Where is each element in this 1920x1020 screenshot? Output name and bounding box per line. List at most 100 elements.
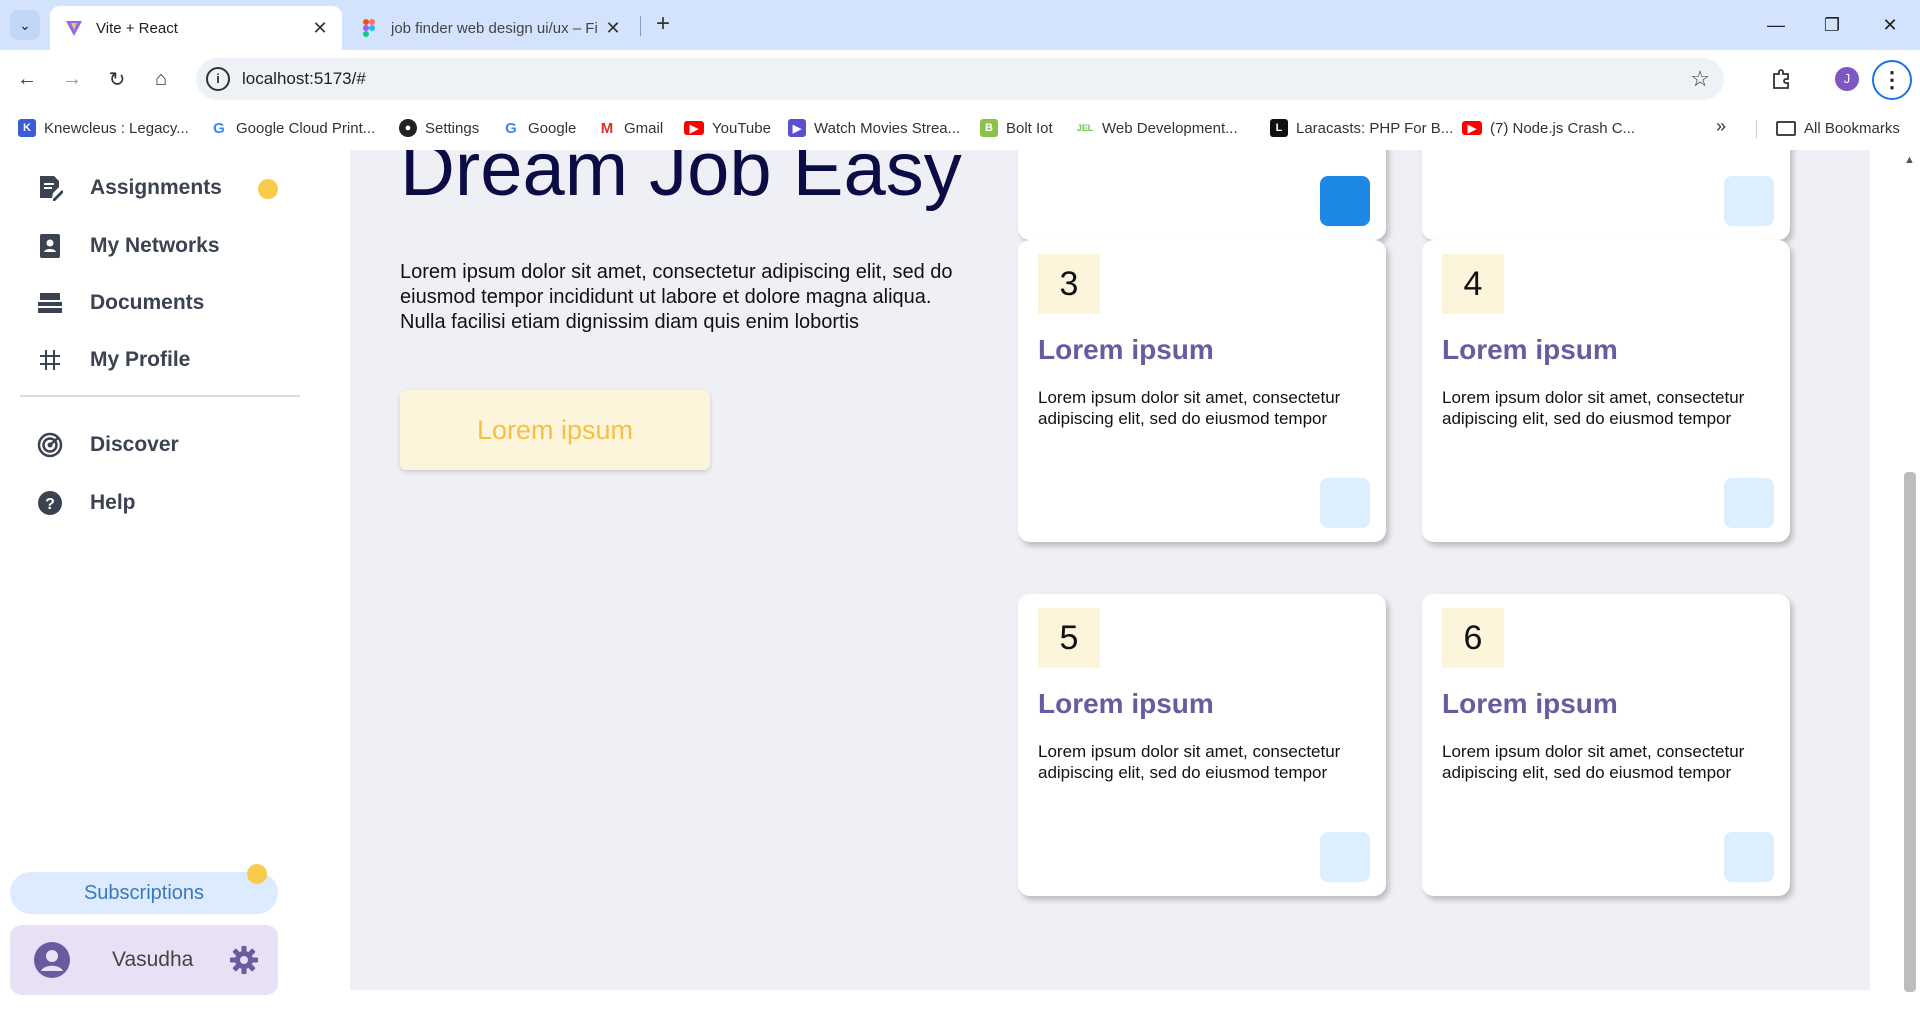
bookmark-star-icon[interactable]: ☆ (1690, 66, 1710, 92)
job-card[interactable] (1018, 150, 1386, 240)
close-window-button[interactable]: ✕ (1870, 10, 1910, 40)
job-card[interactable]: 5 Lorem ipsum Lorem ipsum dolor sit amet… (1018, 594, 1386, 896)
sidebar-item-label: My Networks (90, 234, 220, 257)
url-text[interactable]: localhost:5173/# (242, 69, 366, 89)
contacts-icon (36, 232, 64, 260)
card-title: Lorem ipsum (1442, 334, 1618, 365)
laracasts-icon: L (1270, 119, 1288, 137)
figma-icon (359, 18, 379, 38)
sidebar-item-my-networks[interactable]: My Networks (36, 226, 220, 266)
bookmark-item[interactable]: ▶ Watch Movies Strea... (788, 116, 960, 140)
card-title: Lorem ipsum (1038, 334, 1214, 365)
folder-icon (1776, 120, 1796, 136)
minimize-button[interactable]: — (1756, 10, 1796, 40)
tab-vite-react[interactable]: Vite + React ✕ (50, 6, 342, 50)
tab-title: job finder web design ui/ux – Fi (391, 19, 598, 37)
reload-button[interactable]: ↻ (100, 62, 134, 96)
sidebar-item-documents[interactable]: Documents (36, 283, 204, 323)
more-bookmarks-icon[interactable]: » (1716, 116, 1726, 137)
browser-menu-button[interactable]: ⋮ (1872, 60, 1912, 100)
card-description: Lorem ipsum dolor sit amet, consectetur … (1038, 742, 1341, 782)
forward-button[interactable]: → (55, 62, 89, 96)
gmail-icon: M (600, 119, 614, 137)
bookmark-item[interactable]: B Bolt Iot (980, 116, 1053, 140)
help-icon: ? (36, 489, 64, 517)
user-name: Vasudha (112, 948, 194, 971)
card-description: Lorem ipsum dolor sit amet, consectetur … (1442, 388, 1745, 428)
card-title: Lorem ipsum (1442, 688, 1618, 719)
new-tab-button[interactable]: + (650, 12, 676, 38)
subscriptions-button[interactable]: Subscriptions (10, 872, 278, 914)
scroll-thumb[interactable] (1904, 472, 1916, 992)
user-avatar-icon (34, 942, 70, 978)
sidebar-item-my-profile[interactable]: My Profile (36, 340, 190, 380)
card-action-button[interactable] (1724, 478, 1774, 528)
web-dev-icon: JEL (1076, 123, 1094, 133)
app-viewport: Assignments My Networks Documents My Pro… (0, 150, 1920, 1020)
assignment-icon (36, 174, 64, 202)
sidebar-item-help[interactable]: ? Help (36, 483, 136, 523)
scroll-up-icon[interactable]: ▲ (1904, 154, 1915, 166)
sidebar-divider (20, 395, 300, 397)
all-bookmarks[interactable]: All Bookmarks (1776, 116, 1900, 140)
page-scrollbar[interactable]: ▲ (1900, 150, 1920, 1020)
user-card[interactable]: Vasudha (10, 925, 278, 995)
sidebar-item-assignments[interactable]: Assignments (36, 168, 222, 208)
bookmark-item[interactable]: ▶ YouTube (684, 116, 771, 140)
gear-icon[interactable] (228, 944, 260, 976)
sidebar-item-label: Discover (90, 433, 179, 456)
job-card[interactable]: 3 Lorem ipsum Lorem ipsum dolor sit amet… (1018, 240, 1386, 542)
profile-avatar[interactable]: J (1835, 67, 1859, 91)
tab-figma[interactable]: job finder web design ui/ux – Fi ✕ (345, 6, 635, 50)
sidebar-item-label: Assignments (90, 176, 222, 199)
home-button[interactable]: ⌂ (144, 62, 178, 96)
notification-dot (247, 864, 267, 884)
hero-cta-button[interactable]: Lorem ipsum (400, 390, 710, 470)
google-icon: G (213, 119, 225, 137)
sidebar-item-label: My Profile (90, 348, 191, 371)
card-number: 3 (1038, 254, 1100, 314)
extensions-icon[interactable] (1764, 62, 1798, 96)
job-card[interactable] (1422, 150, 1790, 240)
bookmark-item[interactable]: M Gmail (598, 116, 663, 140)
bookmark-item[interactable]: G Google (502, 116, 576, 140)
radar-icon (36, 431, 64, 459)
job-card[interactable]: 4 Lorem ipsum Lorem ipsum dolor sit amet… (1422, 240, 1790, 542)
youtube-icon: ▶ (684, 121, 704, 135)
bookmark-item[interactable]: K Knewcleus : Legacy... (18, 116, 189, 140)
close-tab-icon[interactable]: ✕ (601, 16, 625, 40)
back-button[interactable]: ← (10, 62, 44, 96)
tab-title: Vite + React (96, 19, 178, 37)
bookmark-item[interactable]: ▶ (7) Node.js Crash C... (1462, 116, 1635, 140)
sidebar-item-label: Documents (90, 291, 205, 314)
browser-tab-bar: ⌄ Vite + React ✕ job finder web design u… (0, 0, 1920, 50)
card-number: 4 (1442, 254, 1504, 314)
google-icon: G (505, 119, 517, 137)
hero-title: Dream Job Easy (400, 150, 962, 212)
main-content: Dream Job Easy Lorem ipsum dolor sit ame… (350, 150, 1870, 990)
tab-list-button[interactable]: ⌄ (10, 10, 40, 40)
knewcleus-icon: K (18, 119, 36, 137)
card-action-button[interactable] (1724, 176, 1774, 226)
bookmark-item[interactable]: ● Settings (399, 116, 479, 140)
card-number: 6 (1442, 608, 1504, 668)
vite-icon (64, 18, 84, 38)
bookmark-item[interactable]: G Google Cloud Print... (210, 116, 375, 140)
close-tab-icon[interactable]: ✕ (308, 16, 332, 40)
sidebar-item-discover[interactable]: Discover (36, 425, 179, 465)
card-action-button[interactable] (1320, 176, 1370, 226)
bookmark-item[interactable]: L Laracasts: PHP For B... (1270, 116, 1453, 140)
sidebar: Assignments My Networks Documents My Pro… (0, 150, 350, 1020)
browser-toolbar: ← → ↻ ⌂ i localhost:5173/# ☆ (0, 50, 1920, 108)
tab-separator (640, 16, 641, 36)
bookmarks-bar: K Knewcleus : Legacy... G Google Cloud Pri… (0, 108, 1920, 150)
card-action-button[interactable] (1320, 832, 1370, 882)
restore-button[interactable]: ❐ (1812, 10, 1852, 40)
job-card[interactable]: 6 Lorem ipsum Lorem ipsum dolor sit amet… (1422, 594, 1790, 896)
card-action-button[interactable] (1724, 832, 1774, 882)
address-bar[interactable]: i localhost:5173/# ☆ (196, 58, 1724, 100)
site-info-icon[interactable]: i (206, 67, 230, 91)
notification-dot (258, 179, 278, 199)
card-action-button[interactable] (1320, 478, 1370, 528)
bookmark-item[interactable]: JEL Web Development... (1076, 116, 1238, 140)
